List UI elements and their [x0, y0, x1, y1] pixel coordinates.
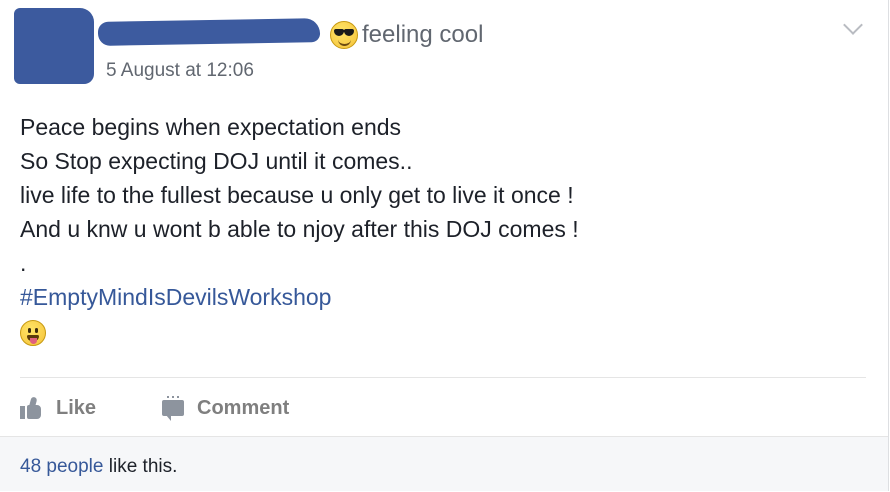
comment-button[interactable]: Comment: [162, 394, 289, 422]
like-label: Like: [56, 396, 97, 419]
likes-summary: 48 people like this.: [20, 456, 177, 478]
comment-bubble-icon: [162, 396, 186, 421]
like-button[interactable]: Like: [20, 394, 96, 422]
tongue-out-emoji-icon: [20, 320, 46, 346]
post-text: Peace begins when expectation ends So St…: [20, 110, 579, 346]
post-line: So Stop expecting DOJ until it comes..: [20, 148, 413, 174]
feeling-label: feeling cool: [362, 21, 484, 48]
post-line: live life to the fullest because u only …: [20, 182, 574, 208]
post-timestamp[interactable]: 5 August at 12:06: [106, 60, 254, 82]
divider: [20, 377, 866, 378]
post-footer: 48 people like this.: [0, 436, 888, 491]
avatar-redacted[interactable]: [14, 8, 94, 84]
feeling-status: feeling cool: [330, 21, 483, 49]
post-card: feeling cool 5 August at 12:06 Peace beg…: [0, 0, 889, 491]
comment-label: Comment: [197, 396, 290, 419]
post-line: And u knw u wont b able to njoy after th…: [20, 216, 579, 242]
likes-suffix: like this.: [103, 456, 178, 477]
hashtag-link[interactable]: #EmptyMindIsDevilsWorkshop: [20, 280, 579, 314]
sunglasses-emoji-icon: [330, 21, 358, 49]
chevron-down-icon[interactable]: [843, 15, 863, 35]
post-line: Peace begins when expectation ends: [20, 114, 402, 140]
thumbs-up-icon: [20, 396, 46, 419]
post-line: .: [20, 250, 27, 276]
likes-count-link[interactable]: 48 people: [20, 456, 103, 477]
author-name-redacted[interactable]: [97, 18, 321, 46]
